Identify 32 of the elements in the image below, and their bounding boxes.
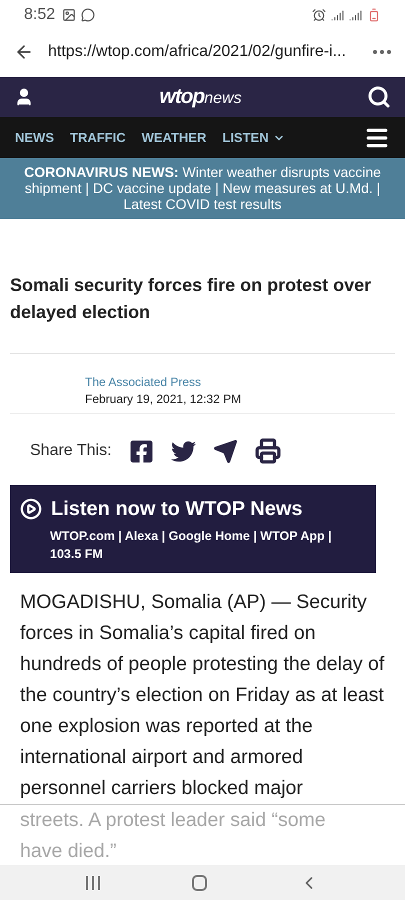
twitter-icon[interactable] [170,438,196,464]
nav-link[interactable]: TRAFFIC [70,128,126,148]
home-icon[interactable] [192,874,207,890]
wtop-logo[interactable]: wtopnews [34,81,367,113]
alarm-icon [312,8,326,22]
listen-links: WTOP.com | Alexa | Google Home | WTOP App | 103.5 FM [49,528,333,563]
more-icon[interactable] [373,50,391,54]
article-date: February 19, 2021, 12:32 PM [85,391,242,408]
listen-banner[interactable]: Listen now to WTOP News WTOP.com | Alexa | Google Home | WTOP App | 103.5 FM [10,485,376,573]
messenger-icon [81,8,96,22]
signal-icon [349,8,362,22]
search-icon[interactable] [367,85,391,109]
article-body: MOGADISHU, Somalia (AP) — Security forces in Somalia’s capital fired on hundreds of people protesting the delay of the country’s election on Friday as at least one explosion was reported at the international airport and armored personnel carriers blocked major [19,590,386,801]
signal-icon [331,8,344,22]
printer-icon[interactable] [254,438,281,464]
recent-apps-icon[interactable] [86,876,100,890]
facebook-icon[interactable] [128,438,154,464]
author-link[interactable]: The Associated Press [85,374,395,391]
nav-link[interactable]: WEATHER [142,128,206,148]
share-label: Share This: [30,441,112,461]
faded-article-text: streets. A protest leader said “some have died.” [19,808,327,864]
article-title: Somali security forces fire on protest over delayed election [10,274,372,324]
listen-title: Listen now to WTOP News [51,497,303,522]
status-time: 8:52 [24,5,56,25]
url-text[interactable]: https://wtop.com/africa/2021/02/gunfire-i... [48,40,359,64]
news-banner[interactable]: CORONAVIRUS NEWS: Winter weather disrupts vaccine shipment | DC vaccine update | New measures at U.Md. | Latest COVID test results [0,158,405,219]
send-icon[interactable] [212,438,238,464]
play-icon [20,498,42,520]
nav-link[interactable]: LISTEN [222,128,285,148]
gallery-icon [62,8,76,22]
battery-icon [367,8,381,22]
nav-link[interactable]: NEWS [15,128,54,148]
